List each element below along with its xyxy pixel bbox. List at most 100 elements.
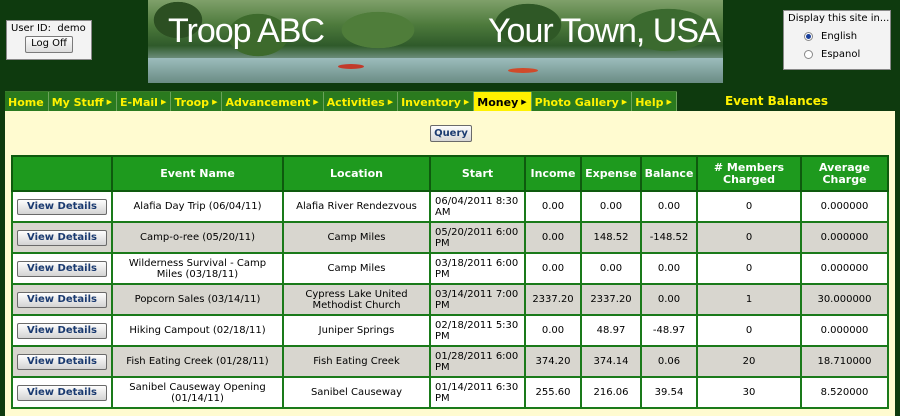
table-cell: 0.00 <box>524 252 582 285</box>
table-cell: 148.52 <box>580 221 642 254</box>
view-details-button[interactable]: View Details <box>17 229 107 246</box>
column-header: Start <box>429 155 526 192</box>
table-cell: 255.60 <box>524 376 582 409</box>
column-header: Average Charge <box>800 155 889 192</box>
table-cell: Juniper Springs <box>282 314 431 347</box>
table-cell: 30 <box>696 376 802 409</box>
table-cell: Camp Miles <box>282 221 431 254</box>
view-details-button[interactable]: View Details <box>17 291 107 308</box>
table-cell: Cypress Lake United Methodist Church <box>282 283 431 316</box>
table-row: View Details Camp-o-ree (05/20/11) Camp Mi… <box>11 221 889 254</box>
nav-item-help[interactable]: Help ▶ <box>632 92 677 112</box>
table-row: View Details Popcorn Sales (03/14/11) Cypr… <box>11 283 889 316</box>
table-cell: 0.00 <box>640 252 698 285</box>
radio-unselected-icon[interactable] <box>804 50 813 59</box>
column-header: # Members Charged <box>696 155 802 192</box>
nav-item-money[interactable]: Money ▶ <box>474 92 532 112</box>
table-cell: 0.06 <box>640 345 698 378</box>
nav-item-e-mail[interactable]: E-Mail ▶ <box>116 92 172 112</box>
table-cell: 2337.20 <box>580 283 642 316</box>
submenu-arrow-icon: ▶ <box>621 98 628 106</box>
table-cell: 06/04/2011 8:30 AM <box>429 190 526 223</box>
table-cell: 39.54 <box>640 376 698 409</box>
nav-item-troop[interactable]: Troop ▶ <box>171 92 223 112</box>
table-cell: 01/14/2011 6:30 PM <box>429 376 526 409</box>
view-details-button[interactable]: View Details <box>17 260 107 277</box>
user-id-value: demo <box>57 23 86 34</box>
nav-item-label: Home <box>8 95 44 109</box>
action-cell: View Details <box>11 314 113 347</box>
table-cell: Sanibel Causeway Opening (01/14/11) <box>111 376 284 409</box>
nav-item-my-stuff[interactable]: My Stuff ▶ <box>48 92 117 112</box>
banner-troop-title: Troop ABC <box>168 12 325 50</box>
logoff-button[interactable]: Log Off <box>25 36 73 53</box>
language-label: English <box>821 31 858 42</box>
nav-item-photo-gallery[interactable]: Photo Gallery ▶ <box>531 92 633 112</box>
user-id-label: User ID: <box>11 23 51 34</box>
view-details-button[interactable]: View Details <box>17 198 107 215</box>
table-row: View Details Alafia Day Trip (06/04/11) Al… <box>11 190 889 223</box>
action-cell: View Details <box>11 376 113 409</box>
table-cell: Hiking Campout (02/18/11) <box>111 314 284 347</box>
table-cell: Fish Eating Creek <box>282 345 431 378</box>
nav-item-inventory[interactable]: Inventory ▶ <box>398 92 475 112</box>
table-cell: 01/28/2011 6:00 PM <box>429 345 526 378</box>
nav-item-label: Advancement <box>225 95 311 109</box>
table-cell: 02/18/2011 5:30 PM <box>429 314 526 347</box>
table-cell: 05/20/2011 6:00 PM <box>429 221 526 254</box>
submenu-arrow-icon: ▶ <box>463 98 470 106</box>
radio-selected-icon[interactable] <box>804 32 813 41</box>
nav-item-label: Activities <box>326 95 385 109</box>
table-cell: 374.20 <box>524 345 582 378</box>
table-cell: 20 <box>696 345 802 378</box>
submenu-arrow-icon: ▶ <box>666 98 672 106</box>
table-cell: 0.00 <box>524 221 582 254</box>
canoe-shape <box>338 64 364 69</box>
table-cell: 03/14/2011 7:00 PM <box>429 283 526 316</box>
table-cell: 0 <box>696 190 802 223</box>
table-cell: 0.000000 <box>800 252 889 285</box>
nav-item-label: Help <box>635 95 664 109</box>
view-details-button[interactable]: View Details <box>17 384 107 401</box>
main-content: Query Event Name Location Start Income Expen… <box>5 111 895 416</box>
table-cell: 48.97 <box>580 314 642 347</box>
table-cell: 0.00 <box>524 190 582 223</box>
nav-item-advancement[interactable]: Advancement ▶ <box>222 92 324 112</box>
submenu-arrow-icon: ▶ <box>160 98 167 106</box>
action-cell: View Details <box>11 190 113 223</box>
language-selector: Display this site in... English Espanol <box>783 10 891 70</box>
table-cell: 0.000000 <box>800 314 889 347</box>
view-details-button[interactable]: View Details <box>17 322 107 339</box>
nav-bar: Home My Stuff ▶ E-Mail ▶ Troop ▶ Advancement ▶ Ac… <box>5 91 677 113</box>
action-cell: View Details <box>11 345 113 378</box>
table-cell: 1 <box>696 283 802 316</box>
submenu-arrow-icon: ▶ <box>313 98 319 106</box>
table-cell: Fish Eating Creek (01/28/11) <box>111 345 284 378</box>
table-cell: 0.00 <box>580 252 642 285</box>
table-cell: 0.00 <box>580 190 642 223</box>
language-option-english[interactable]: English <box>788 31 886 42</box>
language-option-espanol[interactable]: Espanol <box>788 49 886 60</box>
banner-town-title: Your Town, USA <box>488 12 721 50</box>
nav-item-activities[interactable]: Activities ▶ <box>323 92 399 112</box>
column-header: Location <box>282 155 431 192</box>
table-body: View Details Alafia Day Trip (06/04/11) Al… <box>11 190 889 409</box>
nav-item-label: My Stuff <box>51 95 104 109</box>
nav-item-home[interactable]: Home <box>5 92 49 112</box>
event-balances-table: Event Name Location Start Income Expense Bala… <box>11 155 889 409</box>
action-cell: View Details <box>11 283 113 316</box>
column-header: Event Name <box>111 155 284 192</box>
view-details-button[interactable]: View Details <box>17 353 107 370</box>
table-cell: Alafia River Rendezvous <box>282 190 431 223</box>
query-button[interactable]: Query <box>430 125 472 142</box>
table-row: View Details Wilderness Survival - Camp M… <box>11 252 889 285</box>
nav-item-label: E-Mail <box>119 95 158 109</box>
table-cell: 30.000000 <box>800 283 889 316</box>
table-cell: -48.97 <box>640 314 698 347</box>
table-cell: 0.000000 <box>800 221 889 254</box>
language-label: Espanol <box>821 49 861 60</box>
table-cell: 8.520000 <box>800 376 889 409</box>
canoe-shape <box>508 68 538 73</box>
table-cell: 2337.20 <box>524 283 582 316</box>
submenu-arrow-icon: ▶ <box>212 98 218 106</box>
